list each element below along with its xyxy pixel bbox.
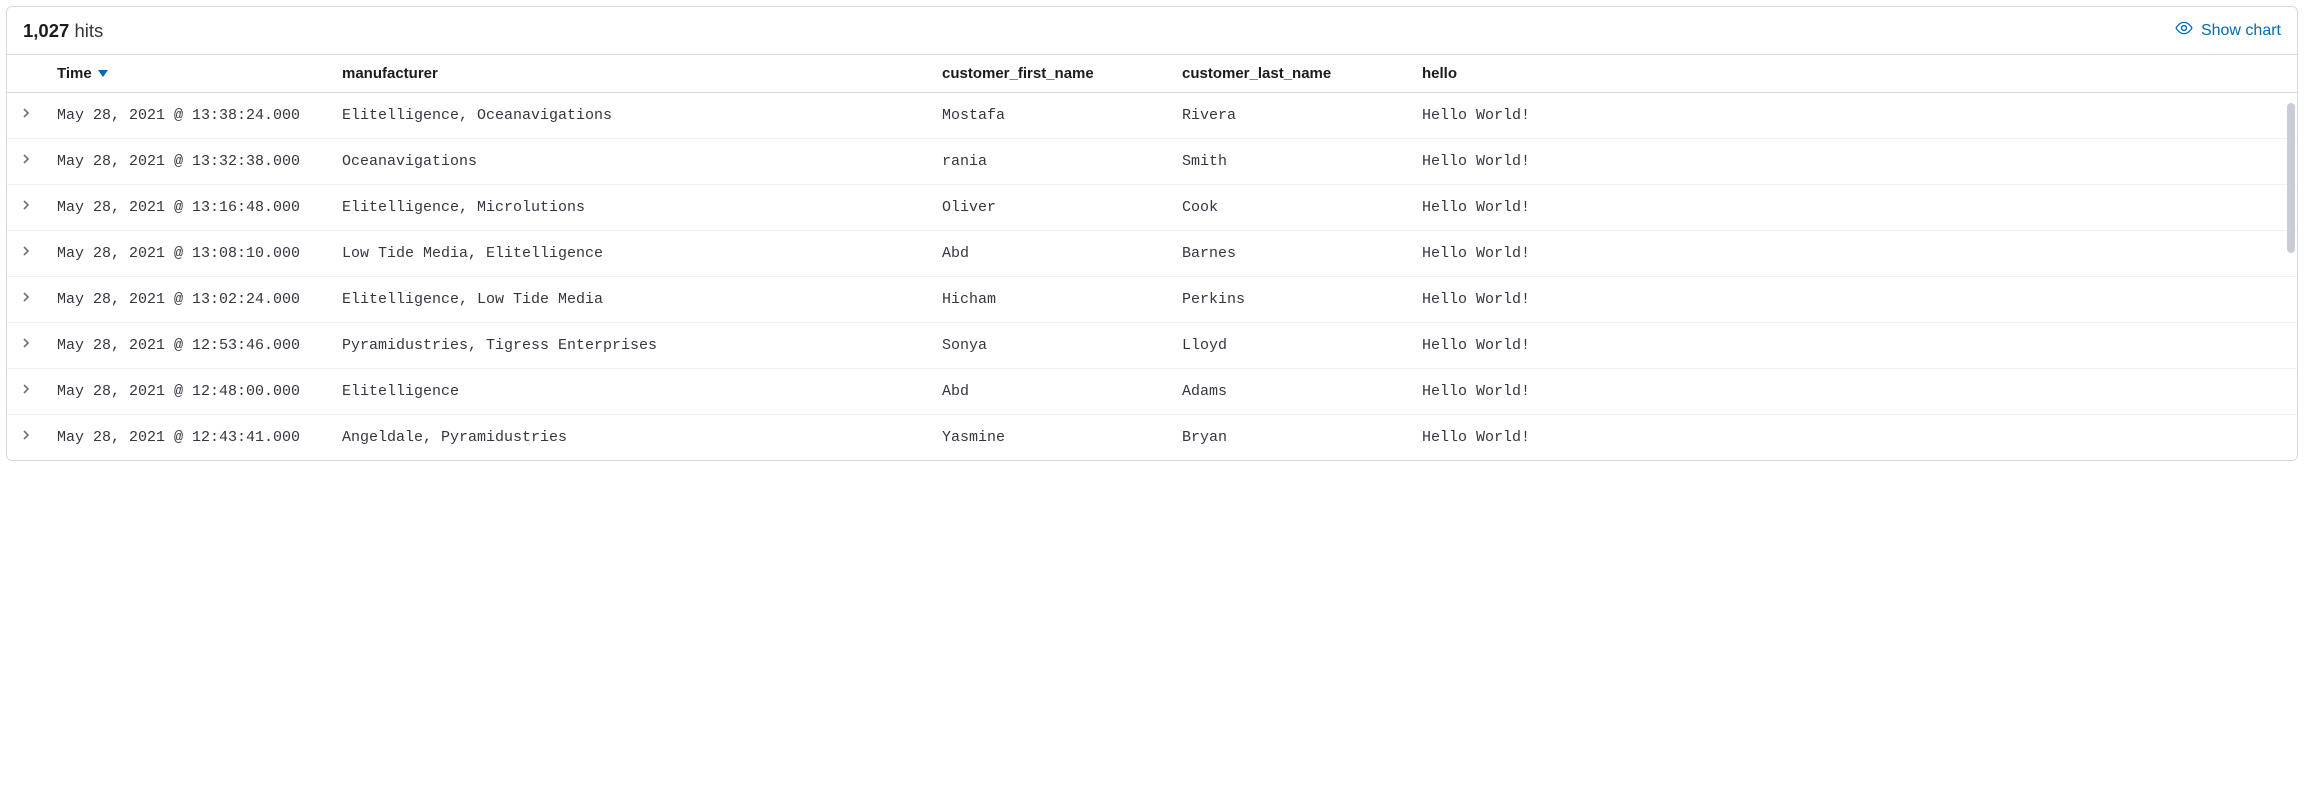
cell-time: May 28, 2021 @ 13:32:38.000 xyxy=(45,139,330,185)
cell-customer-first-name: rania xyxy=(930,139,1170,185)
cell-customer-first-name: Yasmine xyxy=(930,415,1170,461)
chevron-right-icon xyxy=(20,107,32,124)
eye-icon xyxy=(2175,19,2193,42)
chevron-right-icon xyxy=(20,337,32,354)
table-row: May 28, 2021 @ 13:02:24.000Elitelligence… xyxy=(7,277,2297,323)
expand-row-toggle[interactable] xyxy=(7,139,45,185)
cell-customer-first-name: Mostafa xyxy=(930,93,1170,139)
expand-row-toggle[interactable] xyxy=(7,277,45,323)
chevron-right-icon xyxy=(20,199,32,216)
expand-row-toggle[interactable] xyxy=(7,415,45,461)
cell-customer-last-name: Perkins xyxy=(1170,277,1410,323)
chevron-right-icon xyxy=(20,245,32,262)
cell-customer-first-name: Hicham xyxy=(930,277,1170,323)
cell-manufacturer: Elitelligence, Low Tide Media xyxy=(330,277,930,323)
expand-row-toggle[interactable] xyxy=(7,323,45,369)
cell-time: May 28, 2021 @ 12:53:46.000 xyxy=(45,323,330,369)
table-row: May 28, 2021 @ 12:43:41.000Angeldale, Py… xyxy=(7,415,2297,461)
cell-customer-last-name: Lloyd xyxy=(1170,323,1410,369)
cell-customer-last-name: Adams xyxy=(1170,369,1410,415)
cell-customer-last-name: Cook xyxy=(1170,185,1410,231)
cell-hello: Hello World! xyxy=(1410,323,2297,369)
column-header-expand xyxy=(7,55,45,93)
cell-hello: Hello World! xyxy=(1410,369,2297,415)
table-row: May 28, 2021 @ 13:38:24.000Elitelligence… xyxy=(7,93,2297,139)
table-row: May 28, 2021 @ 13:32:38.000Oceanavigatio… xyxy=(7,139,2297,185)
cell-hello: Hello World! xyxy=(1410,415,2297,461)
expand-row-toggle[interactable] xyxy=(7,369,45,415)
chevron-right-icon xyxy=(20,429,32,446)
table-row: May 28, 2021 @ 13:08:10.000Low Tide Medi… xyxy=(7,231,2297,277)
expand-row-toggle[interactable] xyxy=(7,93,45,139)
cell-manufacturer: Low Tide Media, Elitelligence xyxy=(330,231,930,277)
cell-customer-last-name: Rivera xyxy=(1170,93,1410,139)
column-header-hello-label: hello xyxy=(1422,65,1457,82)
column-header-customer-last-name[interactable]: customer_last_name xyxy=(1170,55,1410,93)
cell-hello: Hello World! xyxy=(1410,139,2297,185)
cell-hello: Hello World! xyxy=(1410,277,2297,323)
table-row: May 28, 2021 @ 12:53:46.000Pyramidustrie… xyxy=(7,323,2297,369)
hits-count: 1,027 xyxy=(23,20,69,41)
hits-label: hits xyxy=(74,20,103,41)
sort-desc-icon xyxy=(98,65,108,82)
cell-manufacturer: Angeldale, Pyramidustries xyxy=(330,415,930,461)
table-row: May 28, 2021 @ 13:16:48.000Elitelligence… xyxy=(7,185,2297,231)
cell-time: May 28, 2021 @ 13:16:48.000 xyxy=(45,185,330,231)
chevron-right-icon xyxy=(20,291,32,308)
cell-hello: Hello World! xyxy=(1410,185,2297,231)
cell-customer-last-name: Barnes xyxy=(1170,231,1410,277)
table-row: May 28, 2021 @ 12:48:00.000Elitelligence… xyxy=(7,369,2297,415)
column-header-manufacturer[interactable]: manufacturer xyxy=(330,55,930,93)
results-table: Time manufacturer customer_first_name xyxy=(7,55,2297,460)
column-header-customer-first-name[interactable]: customer_first_name xyxy=(930,55,1170,93)
cell-customer-last-name: Bryan xyxy=(1170,415,1410,461)
cell-manufacturer: Elitelligence, Oceanavigations xyxy=(330,93,930,139)
chevron-right-icon xyxy=(20,153,32,170)
results-panel: 1,027 hits Show chart Time xyxy=(6,6,2298,461)
expand-row-toggle[interactable] xyxy=(7,231,45,277)
scrollbar-thumb[interactable] xyxy=(2287,103,2295,253)
show-chart-button[interactable]: Show chart xyxy=(2175,19,2281,42)
column-header-first-label: customer_first_name xyxy=(942,65,1094,82)
table-body: May 28, 2021 @ 13:38:24.000Elitelligence… xyxy=(7,93,2297,461)
cell-manufacturer: Oceanavigations xyxy=(330,139,930,185)
cell-customer-last-name: Smith xyxy=(1170,139,1410,185)
column-header-last-label: customer_last_name xyxy=(1182,65,1331,82)
table-wrapper: Time manufacturer customer_first_name xyxy=(7,55,2297,460)
table-header-row: Time manufacturer customer_first_name xyxy=(7,55,2297,93)
cell-time: May 28, 2021 @ 13:02:24.000 xyxy=(45,277,330,323)
cell-time: May 28, 2021 @ 13:08:10.000 xyxy=(45,231,330,277)
cell-time: May 28, 2021 @ 12:43:41.000 xyxy=(45,415,330,461)
cell-hello: Hello World! xyxy=(1410,93,2297,139)
cell-time: May 28, 2021 @ 12:48:00.000 xyxy=(45,369,330,415)
panel-header: 1,027 hits Show chart xyxy=(7,7,2297,55)
cell-manufacturer: Elitelligence xyxy=(330,369,930,415)
column-header-hello[interactable]: hello xyxy=(1410,55,2297,93)
scrollbar-track[interactable] xyxy=(2287,103,2295,456)
cell-hello: Hello World! xyxy=(1410,231,2297,277)
expand-row-toggle[interactable] xyxy=(7,185,45,231)
cell-customer-first-name: Abd xyxy=(930,369,1170,415)
cell-customer-first-name: Oliver xyxy=(930,185,1170,231)
cell-manufacturer: Pyramidustries, Tigress Enterprises xyxy=(330,323,930,369)
show-chart-label: Show chart xyxy=(2201,22,2281,40)
column-header-time-label: Time xyxy=(57,65,92,82)
column-header-manufacturer-label: manufacturer xyxy=(342,65,438,82)
cell-customer-first-name: Sonya xyxy=(930,323,1170,369)
cell-manufacturer: Elitelligence, Microlutions xyxy=(330,185,930,231)
chevron-right-icon xyxy=(20,383,32,400)
cell-time: May 28, 2021 @ 13:38:24.000 xyxy=(45,93,330,139)
column-header-time[interactable]: Time xyxy=(45,55,330,93)
hits-summary: 1,027 hits xyxy=(23,20,103,42)
cell-customer-first-name: Abd xyxy=(930,231,1170,277)
